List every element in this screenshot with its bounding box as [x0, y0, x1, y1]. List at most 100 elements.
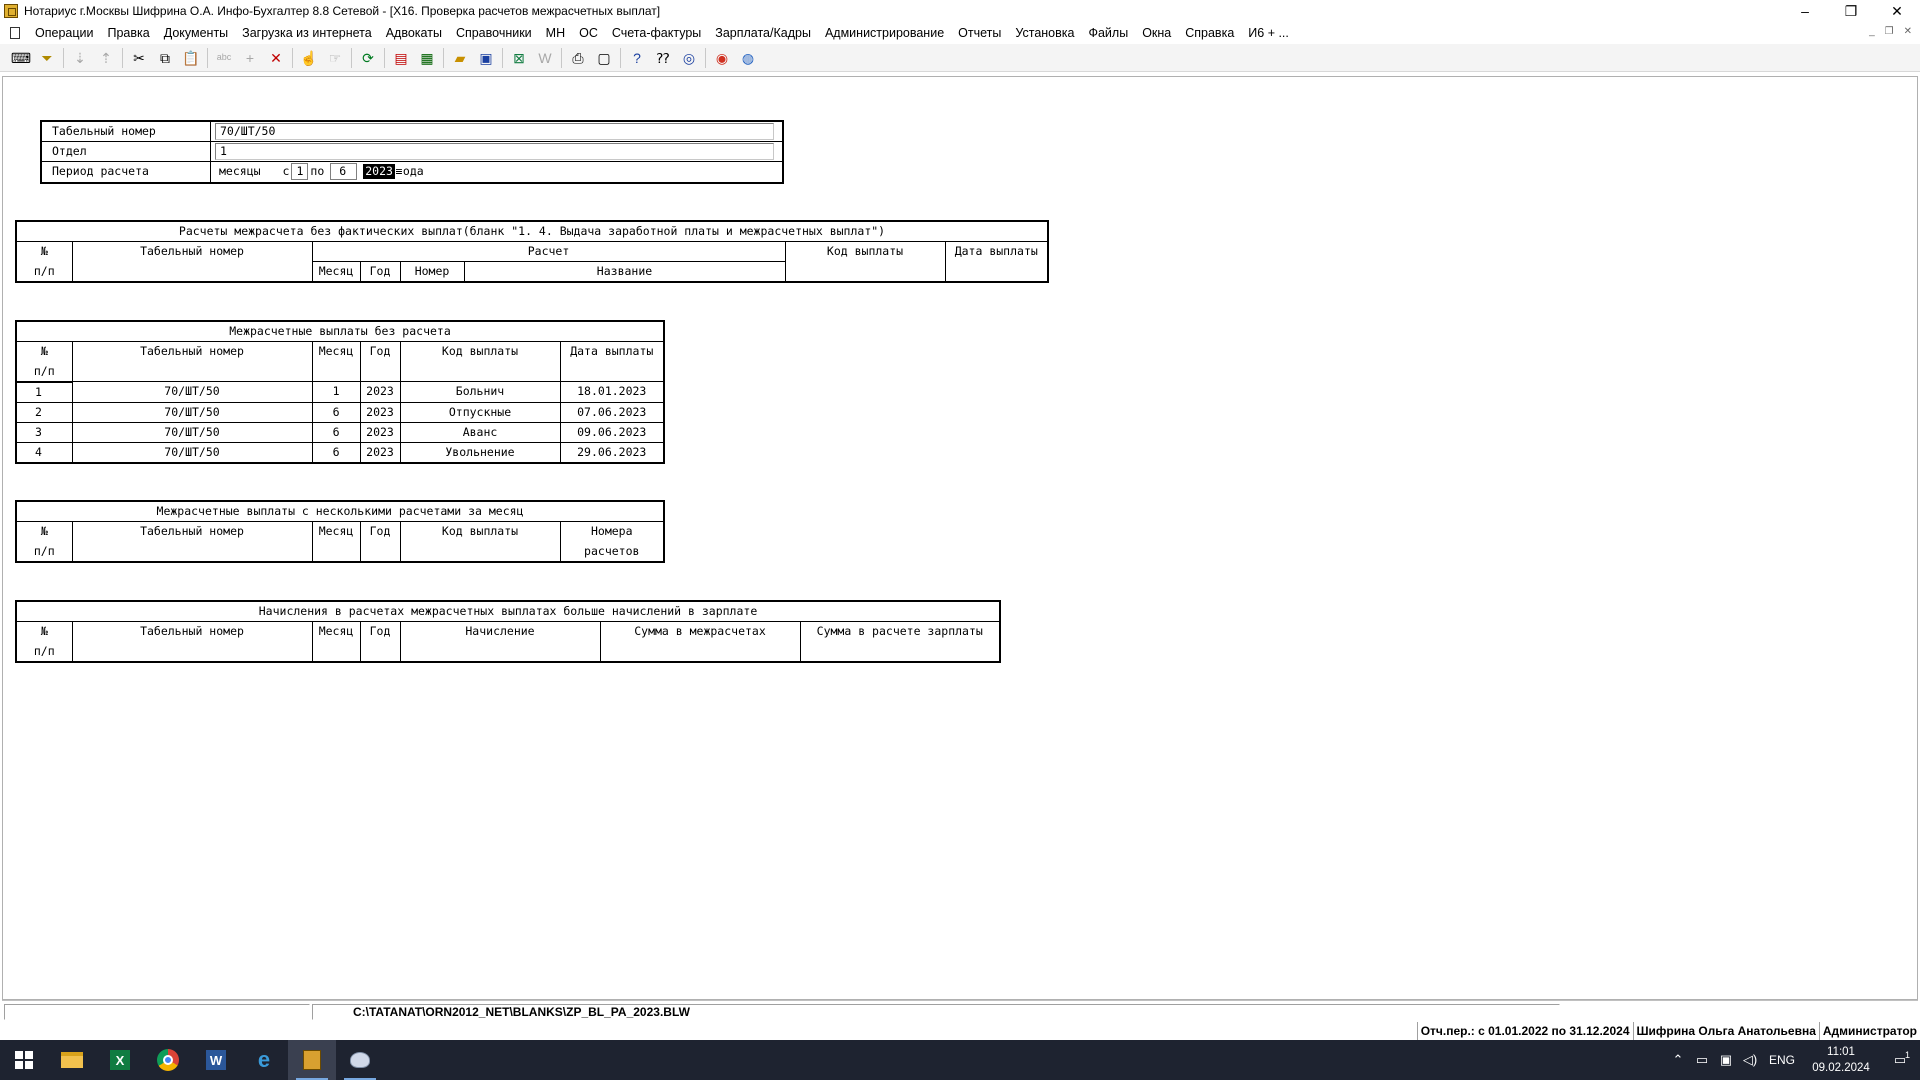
filter-icon[interactable]: ⏷: [34, 46, 60, 70]
table-multiple-calcs: Межрасчетные выплаты с несколькими расче…: [15, 500, 665, 563]
menu-payroll[interactable]: Зарплата/Кадры: [708, 26, 818, 40]
status-cell-path: C:\TATANAT\ORN2012_NET\BLANKS\ZP_BL_PA_2…: [312, 1003, 1560, 1020]
copy-icon[interactable]: ⧉: [152, 46, 178, 70]
globe-icon[interactable]: ◍: [735, 46, 761, 70]
user-role: Администратор: [1818, 1022, 1920, 1040]
menu-administration[interactable]: Администрирование: [818, 26, 951, 40]
menu-windows[interactable]: Окна: [1135, 26, 1178, 40]
app-icon[interactable]: [4, 4, 18, 18]
table4-col-sum-salary: Сумма в расчете зарплаты: [799, 621, 1001, 662]
menu-reports[interactable]: Отчеты: [951, 26, 1008, 40]
excel-taskbar-icon[interactable]: X: [96, 1040, 144, 1080]
system-tray: ⌃ ▭ ▣ ◁) ENG 11:01 09.02.2024 ▭ 1: [1666, 1040, 1920, 1080]
delete-icon[interactable]: ✕: [263, 46, 289, 70]
pointer-icon[interactable]: ☝: [296, 46, 322, 70]
menu-i6[interactable]: И6 + ...: [1241, 26, 1296, 40]
paint-taskbar-icon[interactable]: [336, 1040, 384, 1080]
menu-operations[interactable]: Операции: [28, 26, 100, 40]
compass-icon[interactable]: ◎: [676, 46, 702, 70]
menu-setup[interactable]: Установка: [1008, 26, 1081, 40]
volume-icon[interactable]: ◁): [1738, 1052, 1762, 1068]
row-month: 6: [311, 421, 361, 443]
period-to-field[interactable]: 6: [330, 163, 358, 180]
menu-help[interactable]: Справка: [1178, 26, 1241, 40]
table-row[interactable]: 2 70/ШТ/50 6 2023 Отпускные 07.06.2023: [15, 401, 665, 423]
sort-desc-icon[interactable]: ⇡: [93, 46, 119, 70]
word-icon[interactable]: W: [532, 46, 558, 70]
abc-icon[interactable]: abc: [211, 46, 237, 70]
row-tab: 70/ШТ/50: [71, 441, 313, 463]
word-taskbar-icon[interactable]: W: [192, 1040, 240, 1080]
toolbar-separator: [502, 47, 503, 68]
menu-os[interactable]: ОС: [572, 26, 605, 40]
device-icon[interactable]: ▭: [1690, 1052, 1714, 1068]
table3-col-num-sub: п/п: [15, 541, 73, 562]
start-button[interactable]: [0, 1040, 48, 1080]
table-payments-without-calc: Межрасчетные выплаты без расчета № Табел…: [15, 320, 665, 464]
document-icon[interactable]: [10, 27, 20, 39]
pointer-alt-icon[interactable]: ☞: [322, 46, 348, 70]
period-to-word: по: [310, 164, 325, 178]
row-date: 07.06.2023: [559, 401, 665, 423]
menu-references[interactable]: Справочники: [449, 26, 539, 40]
network-icon[interactable]: ▣: [1714, 1052, 1738, 1068]
table2-col-num-sub: п/п: [15, 361, 73, 383]
menu-mn[interactable]: МН: [539, 26, 572, 40]
form-row-tab: Табельный номер 70/ШТ/50: [42, 122, 782, 142]
excel-icon[interactable]: ⊠: [506, 46, 532, 70]
lifebuoy-icon[interactable]: ◉: [709, 46, 735, 70]
sort-asc-icon[interactable]: ⇣: [67, 46, 93, 70]
clock[interactable]: 11:01 09.02.2024: [1802, 1044, 1880, 1076]
keyboard-icon[interactable]: ⌨: [8, 46, 34, 70]
menu-edit[interactable]: Правка: [100, 26, 156, 40]
menu-internet-load[interactable]: Загрузка из интернета: [235, 26, 379, 40]
clock-time: 11:01: [1827, 1046, 1855, 1058]
print-icon[interactable]: ⎙: [565, 46, 591, 70]
help-icon[interactable]: ?: [624, 46, 650, 70]
preview-icon[interactable]: ▢: [591, 46, 617, 70]
table-row[interactable]: 4 70/ШТ/50 6 2023 Увольнение 29.06.2023: [15, 441, 665, 463]
calculator-icon[interactable]: ▦: [414, 46, 440, 70]
save-icon[interactable]: ▣: [473, 46, 499, 70]
row-num: 2: [15, 401, 73, 423]
menu-files[interactable]: Файлы: [1081, 26, 1135, 40]
mdi-close-icon[interactable]: ✕: [1904, 26, 1912, 37]
table-row[interactable]: 3 70/ШТ/50 6 2023 Аванс 09.06.2023: [15, 421, 665, 443]
department-field[interactable]: 1: [215, 143, 774, 160]
internet-explorer-icon[interactable]: e: [240, 1040, 288, 1080]
context-help-icon[interactable]: ⁇: [650, 46, 676, 70]
file-explorer-icon[interactable]: [48, 1040, 96, 1080]
close-button[interactable]: ✕: [1874, 0, 1920, 22]
add-icon[interactable]: +: [237, 46, 263, 70]
open-folder-icon[interactable]: ▰: [447, 46, 473, 70]
tab-number-field[interactable]: 70/ШТ/50: [215, 123, 774, 140]
chrome-icon[interactable]: [144, 1040, 192, 1080]
menu-lawyers[interactable]: Адвокаты: [379, 26, 449, 40]
period-year-field[interactable]: 2023: [363, 164, 395, 179]
language-indicator[interactable]: ENG: [1762, 1053, 1802, 1067]
paste-icon[interactable]: 📋: [178, 46, 204, 70]
refresh-icon[interactable]: ⟳: [355, 46, 381, 70]
mdi-minimize-icon[interactable]: _: [1869, 26, 1875, 37]
restore-button[interactable]: ❐: [1828, 0, 1874, 22]
menu-invoices[interactable]: Счета-фактуры: [605, 26, 708, 40]
toolbar-separator: [561, 47, 562, 68]
table4-col-num-sub: п/п: [15, 641, 73, 662]
pdf-icon[interactable]: ▤: [388, 46, 414, 70]
toolbar-separator: [122, 47, 123, 68]
period-from-field[interactable]: 1: [291, 163, 309, 180]
table1-caption: Расчеты межрасчета без фактических выпла…: [15, 220, 1049, 242]
windows-logo-icon: [15, 1051, 33, 1069]
status-cell-empty: [4, 1003, 310, 1020]
mdi-restore-icon[interactable]: ❐: [1885, 26, 1894, 37]
row-code: Увольнение: [399, 441, 561, 463]
chevron-up-icon[interactable]: ⌃: [1666, 1052, 1690, 1068]
menu-documents[interactable]: Документы: [157, 26, 235, 40]
infobuh-taskbar-icon[interactable]: [288, 1040, 336, 1080]
status-bar-info: Отч.пер.: с 01.01.2022 по 31.12.2024 Шиф…: [0, 1022, 1920, 1040]
minimize-button[interactable]: –: [1782, 0, 1828, 22]
table-row[interactable]: 1 70/ШТ/50 1 2023 Больнич 18.01.2023: [15, 381, 665, 403]
mdi-controls: _ ❐ ✕: [1869, 26, 1912, 37]
notifications-icon[interactable]: ▭ 1: [1880, 1050, 1920, 1068]
cut-icon[interactable]: ✂: [126, 46, 152, 70]
